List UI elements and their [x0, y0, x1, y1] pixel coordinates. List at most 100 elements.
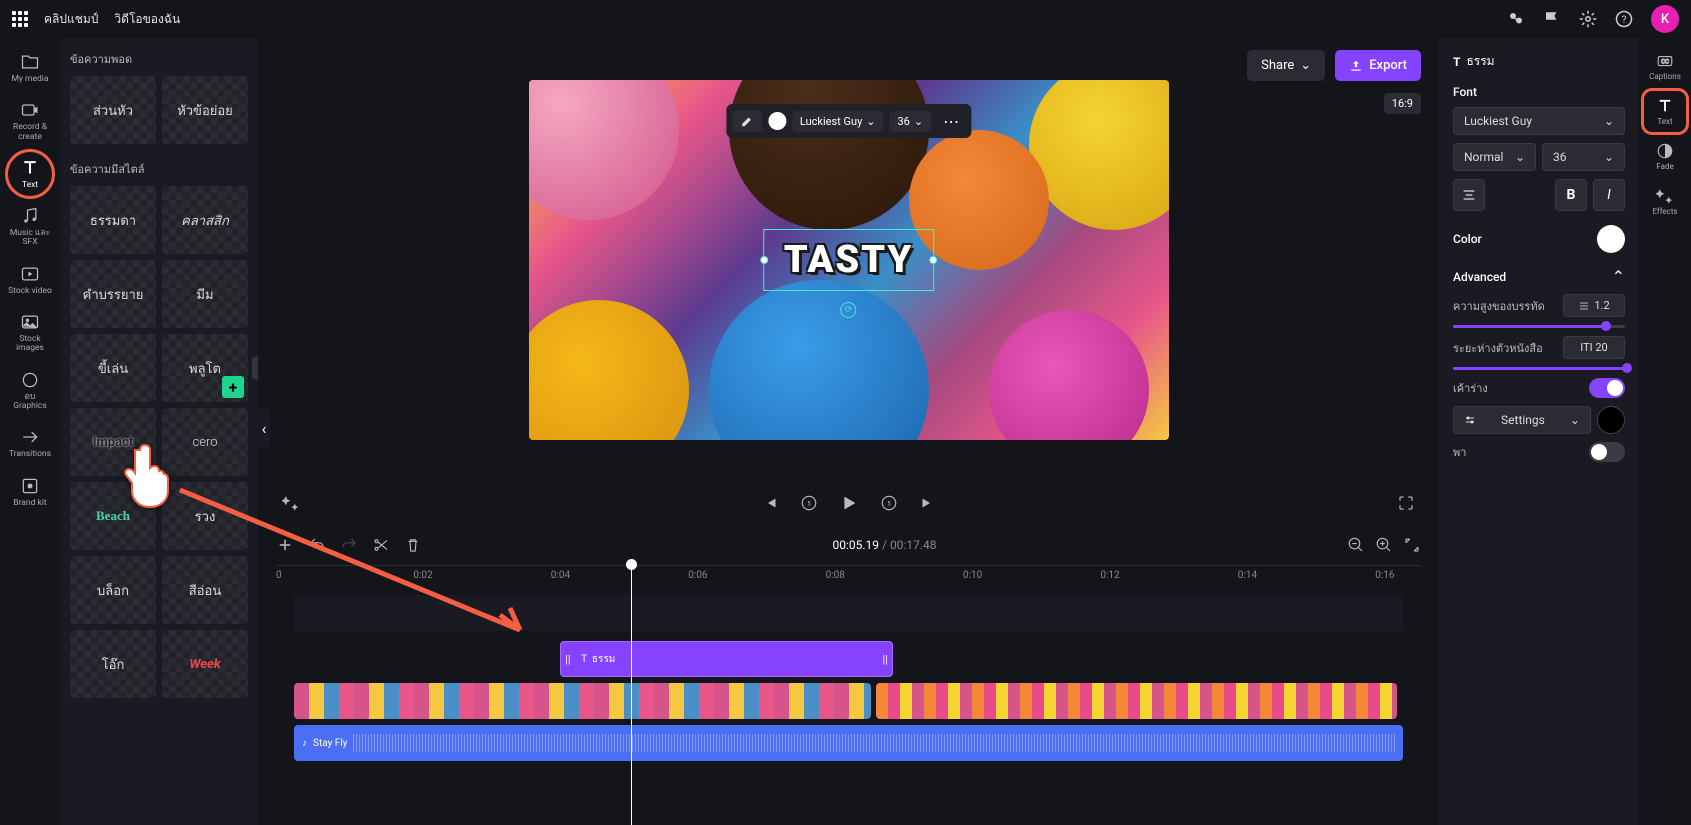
playhead-head[interactable] [626, 559, 637, 570]
pencil-icon [740, 114, 754, 128]
collab-icon[interactable] [1507, 10, 1525, 28]
bg-toggle[interactable] [1589, 442, 1625, 462]
settings-icon[interactable] [1579, 10, 1597, 28]
nav-text[interactable]: Text [8, 152, 52, 196]
top-left: คลิปแชมป์ วิดีโอของฉัน [12, 10, 180, 29]
collapse-panel-handle[interactable]: ‹ [258, 408, 270, 448]
forward-icon[interactable]: 5 [880, 494, 898, 512]
rotate-handle[interactable]: ⟳ [841, 302, 857, 318]
italic-button[interactable]: I [1593, 179, 1625, 211]
letter-spacing-input[interactable]: ITI 20 [1563, 336, 1625, 359]
letter-spacing-slider[interactable] [1453, 367, 1625, 370]
font-family-select[interactable]: Luckiest Guy⌄ [1453, 107, 1625, 135]
rail-fade[interactable]: Fade [1644, 136, 1686, 177]
export-button[interactable]: Export [1335, 50, 1421, 81]
nav-brand[interactable]: Brand kit [6, 470, 54, 514]
tile-subheading[interactable]: หัวข้อย่อย [162, 76, 248, 144]
tile-heading[interactable]: ส่วนหัว [70, 76, 156, 144]
zoom-out-icon[interactable] [1347, 536, 1365, 554]
chevron-down-icon: ⌄ [1604, 150, 1614, 164]
brand-label[interactable]: คลิปแชมป์ [44, 10, 98, 29]
tile-normal[interactable]: ธรรมดา [70, 186, 156, 254]
rewind-icon[interactable]: 5 [800, 494, 818, 512]
chevron-down-icon: ⌄ [1300, 58, 1311, 73]
audio-clip[interactable]: ♪Stay Fly [294, 725, 1403, 761]
my-videos-link[interactable]: วิดีโอของฉัน [114, 10, 180, 29]
font-size-selector[interactable]: 36⌄ [889, 111, 931, 132]
chevron-up-icon: ⌃ [1612, 267, 1625, 286]
nav-record[interactable]: Record & create [6, 94, 54, 148]
line-height-slider[interactable] [1453, 325, 1625, 328]
align-button[interactable] [1453, 179, 1485, 211]
video-clip-1[interactable] [294, 683, 871, 719]
timeline-timecode: 00:05.19 / 00:17.48 [833, 538, 937, 552]
basic-tiles: ส่วนหัว หัวข้อย่อย [70, 76, 248, 144]
outline-color-swatch[interactable] [1597, 406, 1625, 434]
nav-transitions[interactable]: Transitions [6, 421, 54, 465]
rail-effects[interactable]: Effects [1644, 181, 1686, 222]
advanced-header[interactable]: Advanced⌃ [1453, 267, 1625, 286]
waveform [353, 734, 1395, 752]
resize-handle-right[interactable] [929, 256, 937, 264]
tile-oak[interactable]: โอ๊ก [70, 630, 156, 698]
color-swatch[interactable] [1597, 225, 1625, 253]
tile-classic[interactable]: คลาสสิก [162, 186, 248, 254]
skip-end-icon[interactable] [918, 494, 936, 512]
text-clip[interactable]: T ธรรม [560, 641, 893, 677]
line-height-field: ความสูงของบรรทัด1.2 [1453, 294, 1625, 317]
svg-text:?: ? [1622, 13, 1627, 26]
nav-graphics[interactable]: ตบ Graphics [6, 364, 54, 418]
outline-toggle[interactable] [1589, 378, 1625, 398]
right-rail: CCCaptions Text Fade Effects [1639, 38, 1691, 825]
outline-settings-button[interactable]: Settings⌄ [1453, 406, 1591, 434]
flag-icon[interactable] [1543, 10, 1561, 28]
rail-text[interactable]: Text [1644, 91, 1686, 132]
nav-my-media[interactable]: My media [6, 46, 54, 90]
user-avatar[interactable]: K [1651, 5, 1679, 33]
donut-image [529, 300, 689, 440]
letter-spacing-field: ระยะห่างตัวหนังสือITI 20 [1453, 336, 1625, 359]
help-icon[interactable]: ? [1615, 10, 1633, 28]
line-height-input[interactable]: 1.2 [1563, 294, 1625, 317]
rail-captions[interactable]: CCCaptions [1644, 46, 1686, 87]
font-size-select[interactable]: 36⌄ [1542, 143, 1625, 171]
preview-area: Share⌄ Export 16:9 TASTY ⟳ [258, 38, 1439, 481]
sliders-icon [1464, 414, 1476, 426]
apps-icon[interactable] [12, 11, 28, 27]
playhead[interactable] [631, 565, 632, 825]
video-clip-2[interactable] [876, 683, 1397, 719]
overlay-text[interactable]: TASTY [784, 238, 914, 282]
tile-pluto[interactable]: พลูโต+เพิ่มลงในการกำหนดเวลา [162, 334, 248, 402]
video-track[interactable] [294, 683, 1403, 719]
nav-stock-video[interactable]: Stock video [6, 258, 54, 302]
line-height-icon [1578, 300, 1590, 312]
nav-music[interactable]: Music และ SFX [6, 200, 54, 254]
text-color-swatch[interactable] [768, 112, 786, 130]
tile-caption[interactable]: คำบรรยาย [70, 260, 156, 328]
skip-start-icon[interactable] [762, 494, 780, 512]
font-weight-select[interactable]: Normal⌄ [1453, 143, 1536, 171]
advanced-section: Advanced⌃ ความสูงของบรรทัด1.2 ระยะห่างตั… [1453, 267, 1625, 462]
tile-meme[interactable]: มีม [162, 260, 248, 328]
edit-text-button[interactable] [732, 110, 762, 132]
zoom-in-icon[interactable] [1375, 536, 1393, 554]
share-button[interactable]: Share⌄ [1247, 50, 1325, 81]
tile-playful[interactable]: ขี้เล่น [70, 334, 156, 402]
tile-block[interactable]: บล็อก [70, 556, 156, 624]
add-icon[interactable]: + [222, 376, 244, 398]
play-icon[interactable] [838, 492, 860, 514]
text-overlay-selection[interactable]: TASTY ⟳ [763, 229, 935, 291]
more-options-button[interactable]: ⋯ [937, 112, 965, 131]
font-selector[interactable]: Luckiest Guy⌄ [792, 111, 884, 132]
center-area: Share⌄ Export 16:9 TASTY ⟳ [258, 38, 1439, 825]
aspect-ratio-badge[interactable]: 16:9 [1384, 93, 1421, 114]
fullscreen-icon[interactable] [1397, 494, 1415, 512]
audio-track[interactable]: ♪Stay Fly [294, 725, 1403, 761]
fit-icon[interactable] [1403, 536, 1421, 554]
chevron-down-icon: ⌄ [866, 115, 875, 128]
nav-stock-images[interactable]: Stock images [6, 306, 54, 360]
bold-button[interactable]: B [1555, 179, 1587, 211]
properties-panel: Tธรรม Font Luckiest Guy⌄ Normal⌄ 36⌄ B I… [1439, 38, 1639, 825]
resize-handle-left[interactable] [760, 256, 768, 264]
bg-toggle-row: พา [1453, 442, 1625, 462]
